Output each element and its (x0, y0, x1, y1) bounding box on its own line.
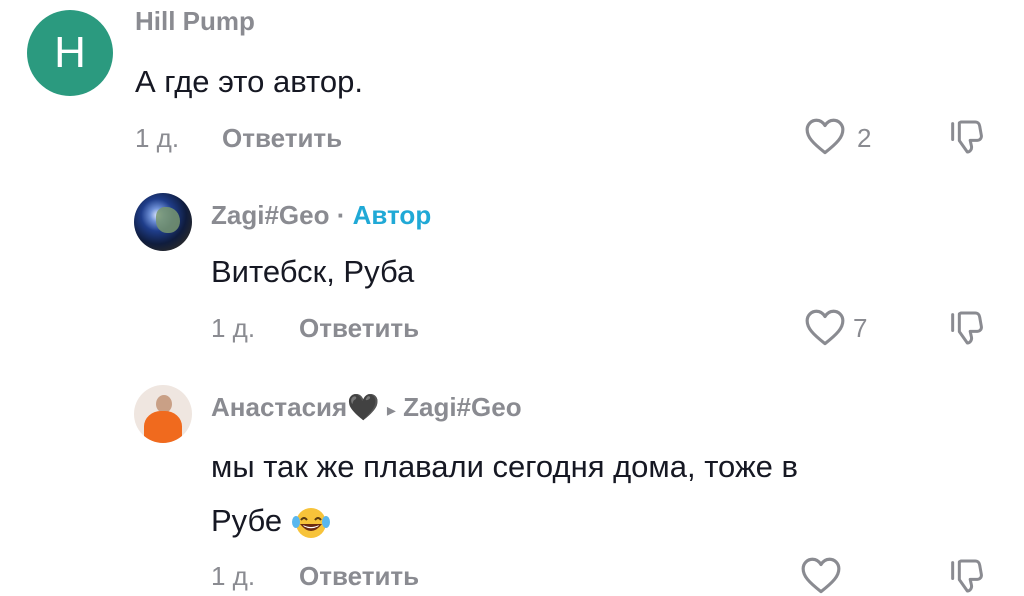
heart-icon[interactable] (804, 116, 846, 156)
heart-icon[interactable] (804, 307, 846, 347)
like-count: 2 (857, 123, 872, 153)
dislike-icon[interactable] (946, 117, 986, 157)
comment-text-line: Рубе (211, 494, 331, 548)
comment-text: Рубе (211, 503, 283, 538)
comment-time: 1 д. (135, 123, 180, 153)
comment-username[interactable]: Zagi#Geo (211, 200, 329, 230)
dislike-icon[interactable] (946, 308, 986, 348)
reply-button[interactable]: Ответить (299, 313, 419, 344)
comment-text: А где это автор. (135, 64, 363, 99)
avatar[interactable] (134, 385, 192, 443)
avatar[interactable] (134, 193, 192, 251)
laughing-face-emoji (291, 507, 330, 538)
comment-username-line: Анастасия🖤 ▸ Zagi#Geo (211, 392, 522, 423)
separator: · (336, 200, 346, 230)
comment-text: мы так же плавали сегодня дома, тоже в (211, 449, 799, 484)
comment-time: 1 д. (211, 313, 256, 343)
dislike-icon[interactable] (946, 556, 986, 596)
comment-username[interactable]: Hill Pump (135, 6, 255, 37)
author-badge: Автор (352, 200, 432, 230)
like-count: 7 (853, 313, 868, 343)
avatar[interactable]: H (27, 10, 113, 96)
reply-arrow-icon: ▸ (386, 400, 396, 420)
comment-text: Витебск, Руба (211, 254, 415, 289)
comment-username[interactable]: Анастасия🖤 (211, 392, 380, 422)
reply-to-username[interactable]: Zagi#Geo (403, 392, 521, 422)
reply-button[interactable]: Ответить (222, 123, 342, 154)
reply-button[interactable]: Ответить (299, 561, 419, 592)
comment-time: 1 д. (211, 561, 256, 591)
comment-username-line: Zagi#Geo · Автор (211, 200, 431, 231)
heart-icon[interactable] (800, 555, 842, 595)
